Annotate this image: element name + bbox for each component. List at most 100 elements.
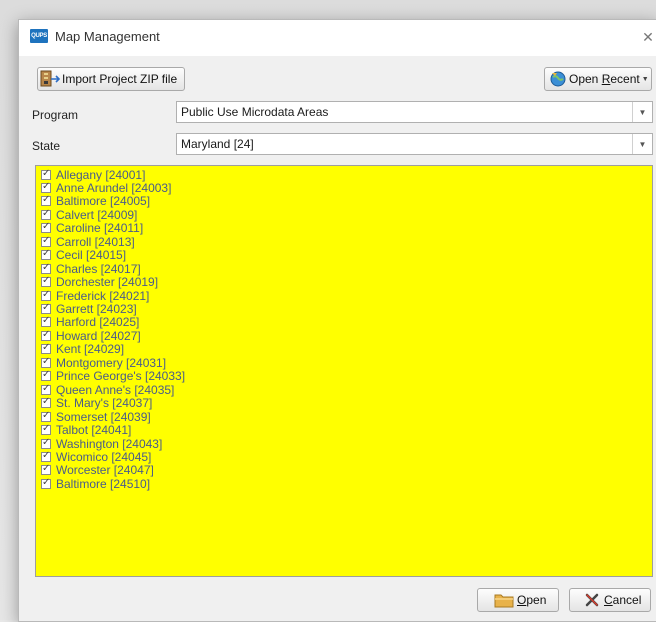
region-list-item[interactable]: Frederick [24021]	[36, 288, 150, 303]
region-item-label: Worcester [24047]	[56, 463, 154, 478]
checkbox[interactable]	[41, 275, 51, 288]
region-list-item[interactable]: Anne Arundel [24003]	[36, 180, 172, 195]
region-checklist[interactable]: Allegany [24001]Anne Arundel [24003]Balt…	[35, 165, 653, 577]
chevron-down-icon: ▼	[641, 75, 649, 83]
program-select-value: Public Use Microdata Areas	[181, 105, 329, 119]
region-item-label: Baltimore [24510]	[56, 476, 151, 491]
folder-icon	[494, 594, 514, 608]
region-list-item[interactable]: Prince George's [24033]	[36, 369, 186, 384]
region-item-label: Talbot [24041]	[56, 423, 132, 438]
map-management-dialog: QUPS Map Management ✕ Import Project ZIP…	[18, 19, 656, 622]
checkbox[interactable]	[41, 356, 51, 368]
checkbox[interactable]	[41, 450, 51, 462]
checkbox[interactable]	[41, 208, 51, 220]
checkbox[interactable]	[41, 410, 51, 422]
region-item-label: Somerset [24039]	[56, 409, 151, 424]
region-list-item[interactable]: St. Mary's [24037]	[36, 396, 153, 411]
region-item-label: Queen Anne's [24035]	[56, 382, 175, 397]
region-list-item[interactable]: Talbot [24041]	[36, 423, 132, 438]
region-list-item[interactable]: Baltimore [24005]	[36, 194, 151, 209]
checkbox[interactable]	[41, 463, 51, 476]
checkbox[interactable]	[41, 396, 51, 409]
region-item-label: Anne Arundel [24003]	[56, 180, 172, 195]
region-list-item[interactable]: Washington [24043]	[36, 436, 163, 451]
checkbox[interactable]	[41, 315, 51, 328]
region-item-label: Montgomery [24031]	[56, 355, 167, 370]
region-item-label: Prince George's [24033]	[56, 369, 186, 384]
region-list-item[interactable]: Harford [24025]	[36, 315, 140, 330]
title-bar[interactable]: QUPS Map Management ✕	[19, 20, 656, 56]
checkbox[interactable]	[41, 262, 51, 274]
checkbox[interactable]	[41, 329, 51, 341]
chevron-down-icon[interactable]: ▼	[632, 134, 652, 154]
checkbox[interactable]	[41, 302, 51, 314]
program-label: Program	[32, 108, 79, 122]
checkbox[interactable]	[41, 248, 51, 261]
state-label: State	[32, 139, 61, 153]
checkbox[interactable]	[41, 342, 51, 355]
region-item-label: Harford [24025]	[56, 315, 140, 330]
import-zip-icon	[40, 70, 61, 87]
program-select[interactable]: Public Use Microdata Areas ▼	[176, 101, 653, 123]
import-button-label: Import Project ZIP file	[62, 72, 178, 86]
region-item-label: Garrett [24023]	[56, 302, 137, 316]
open-recent-label: Open Recent	[569, 72, 640, 86]
region-list-item[interactable]: Somerset [24039]	[36, 409, 151, 424]
region-item-label: Calvert [24009]	[56, 207, 138, 222]
region-list-item[interactable]: Garrett [24023]	[36, 302, 137, 316]
region-list-item[interactable]: Howard [24027]	[36, 328, 141, 343]
cancel-button-label: Cancel	[604, 593, 642, 607]
region-item-label: Washington [24043]	[56, 436, 163, 451]
globe-icon	[550, 71, 566, 87]
open-recent-button[interactable]: Open Recent ▼	[544, 67, 652, 91]
state-select-value: Maryland [24]	[181, 137, 254, 151]
region-list-item[interactable]: Caroline [24011]	[36, 221, 144, 236]
region-item-label: Wicomico [24045]	[56, 449, 152, 464]
region-item-label: Dorchester [24019]	[56, 275, 159, 290]
region-item-label: St. Mary's [24037]	[56, 396, 153, 411]
app-logo-icon: QUPS	[30, 29, 48, 43]
checkbox[interactable]	[41, 383, 51, 395]
checkbox[interactable]	[41, 181, 51, 193]
checkbox[interactable]	[41, 221, 51, 234]
region-list-item[interactable]: Queen Anne's [24035]	[36, 382, 175, 397]
cancel-button[interactable]: Cancel	[569, 588, 651, 612]
open-button-label: Open	[517, 593, 547, 607]
region-item-label: Allegany [24001]	[56, 167, 146, 182]
region-list-item[interactable]: Charles [24017]	[36, 261, 141, 276]
region-item-label: Charles [24017]	[56, 261, 141, 276]
checkbox[interactable]	[41, 369, 51, 382]
checkbox[interactable]	[41, 289, 51, 301]
region-list-item[interactable]: Kent [24029]	[36, 342, 125, 357]
region-item-label: Carroll [24013]	[56, 234, 135, 249]
cancel-x-icon	[585, 593, 599, 607]
region-item-label: Caroline [24011]	[56, 221, 144, 236]
chevron-down-icon[interactable]: ▼	[632, 102, 652, 122]
region-list-item[interactable]: Allegany [24001]	[36, 167, 146, 182]
region-item-label: Kent [24029]	[56, 342, 125, 357]
region-list-item[interactable]: Cecil [24015]	[36, 248, 127, 263]
import-project-zip-button[interactable]: Import Project ZIP file	[37, 67, 185, 91]
region-item-label: Howard [24027]	[56, 328, 141, 343]
window-title: Map Management	[55, 29, 160, 44]
region-list-item[interactable]: Baltimore [24510]	[36, 476, 151, 491]
open-mnemonic: O	[517, 593, 527, 607]
region-list-item[interactable]: Wicomico [24045]	[36, 449, 152, 464]
checkbox[interactable]	[41, 168, 51, 180]
region-list-item[interactable]: Carroll [24013]	[36, 234, 135, 249]
region-list-item[interactable]: Calvert [24009]	[36, 207, 138, 222]
checkbox[interactable]	[41, 437, 51, 449]
close-icon[interactable]: ✕	[633, 24, 656, 50]
region-item-label: Frederick [24021]	[56, 288, 150, 303]
region-list-item[interactable]: Dorchester [24019]	[36, 275, 159, 290]
checkbox[interactable]	[41, 194, 51, 207]
checkbox[interactable]	[41, 423, 51, 436]
region-list-item[interactable]: Worcester [24047]	[36, 463, 154, 478]
region-item-label: Baltimore [24005]	[56, 194, 151, 209]
open-button[interactable]: Open	[477, 588, 559, 612]
state-select[interactable]: Maryland [24] ▼	[176, 133, 653, 155]
region-list-item[interactable]: Montgomery [24031]	[36, 355, 167, 370]
checkbox[interactable]	[41, 235, 51, 247]
region-item-label: Cecil [24015]	[56, 248, 127, 263]
checkbox[interactable]	[41, 477, 51, 489]
